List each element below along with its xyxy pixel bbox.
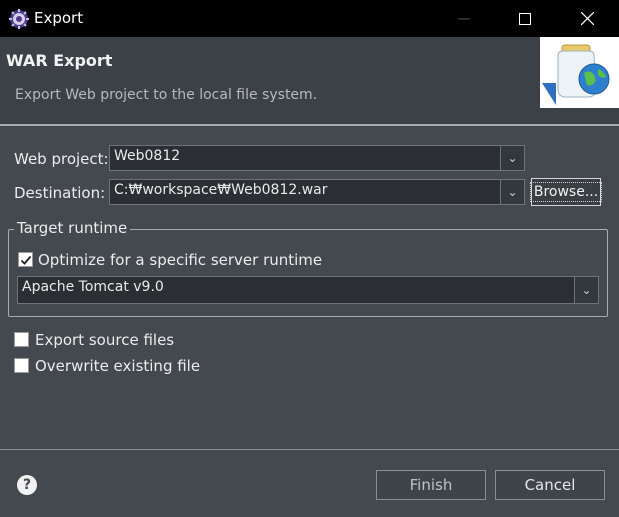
- wizard-footer: ? Finish Cancel: [0, 449, 619, 517]
- browse-button-label: Browse...: [529, 182, 603, 202]
- war-export-banner-icon: [540, 37, 619, 108]
- wizard-header: WAR Export Export Web project to the loc…: [0, 37, 619, 124]
- web-project-value: Web0812: [114, 148, 181, 164]
- destination-combo[interactable]: C:₩workspace₩Web0812.war ⌄: [109, 179, 525, 205]
- checkmark-icon: [20, 255, 31, 265]
- chevron-down-icon[interactable]: ⌄: [574, 277, 598, 303]
- export-source-checkbox[interactable]: [14, 332, 29, 347]
- runtime-value: Apache Tomcat v9.0: [22, 279, 164, 295]
- minimize-button[interactable]: [441, 0, 487, 37]
- close-button[interactable]: [564, 0, 610, 37]
- overwrite-label[interactable]: Overwrite existing file: [35, 357, 200, 375]
- eclipse-app-icon: [9, 9, 29, 29]
- overwrite-checkbox[interactable]: [14, 358, 29, 373]
- maximize-button[interactable]: [502, 0, 548, 37]
- maximize-icon: [519, 12, 531, 25]
- wizard-content: Web project: Web0812 ⌄ Destination: C:₩w…: [0, 126, 619, 449]
- jar-globe-icon: [542, 44, 610, 105]
- cancel-button[interactable]: Cancel: [495, 470, 605, 500]
- wizard-description: Export Web project to the local file sys…: [15, 87, 318, 103]
- wizard-title: WAR Export: [6, 51, 113, 70]
- target-runtime-group-title: Target runtime: [14, 219, 131, 237]
- destination-value: C:₩workspace₩Web0812.war: [114, 182, 328, 198]
- web-project-combo[interactable]: Web0812 ⌄: [109, 145, 525, 171]
- cancel-button-label: Cancel: [524, 476, 576, 494]
- browse-button[interactable]: Browse...: [529, 178, 603, 206]
- finish-button-label: Finish: [409, 476, 453, 494]
- chevron-down-icon[interactable]: ⌄: [500, 146, 524, 170]
- web-project-label: Web project:: [14, 150, 109, 168]
- destination-label: Destination:: [14, 184, 106, 202]
- optimize-label[interactable]: Optimize for a specific server runtime: [38, 251, 322, 269]
- minimize-icon: [458, 18, 470, 19]
- chevron-down-icon[interactable]: ⌄: [500, 180, 524, 204]
- target-runtime-group: Target runtime Optimize for a specific s…: [8, 219, 608, 317]
- export-source-label[interactable]: Export source files: [35, 331, 174, 349]
- finish-button[interactable]: Finish: [376, 470, 486, 500]
- help-icon[interactable]: ?: [17, 475, 37, 495]
- runtime-combo[interactable]: Apache Tomcat v9.0 ⌄: [17, 276, 599, 304]
- close-icon: [580, 12, 594, 25]
- optimize-checkbox[interactable]: [18, 252, 33, 267]
- window-titlebar: Export: [0, 0, 619, 37]
- window-title: Export: [34, 9, 84, 27]
